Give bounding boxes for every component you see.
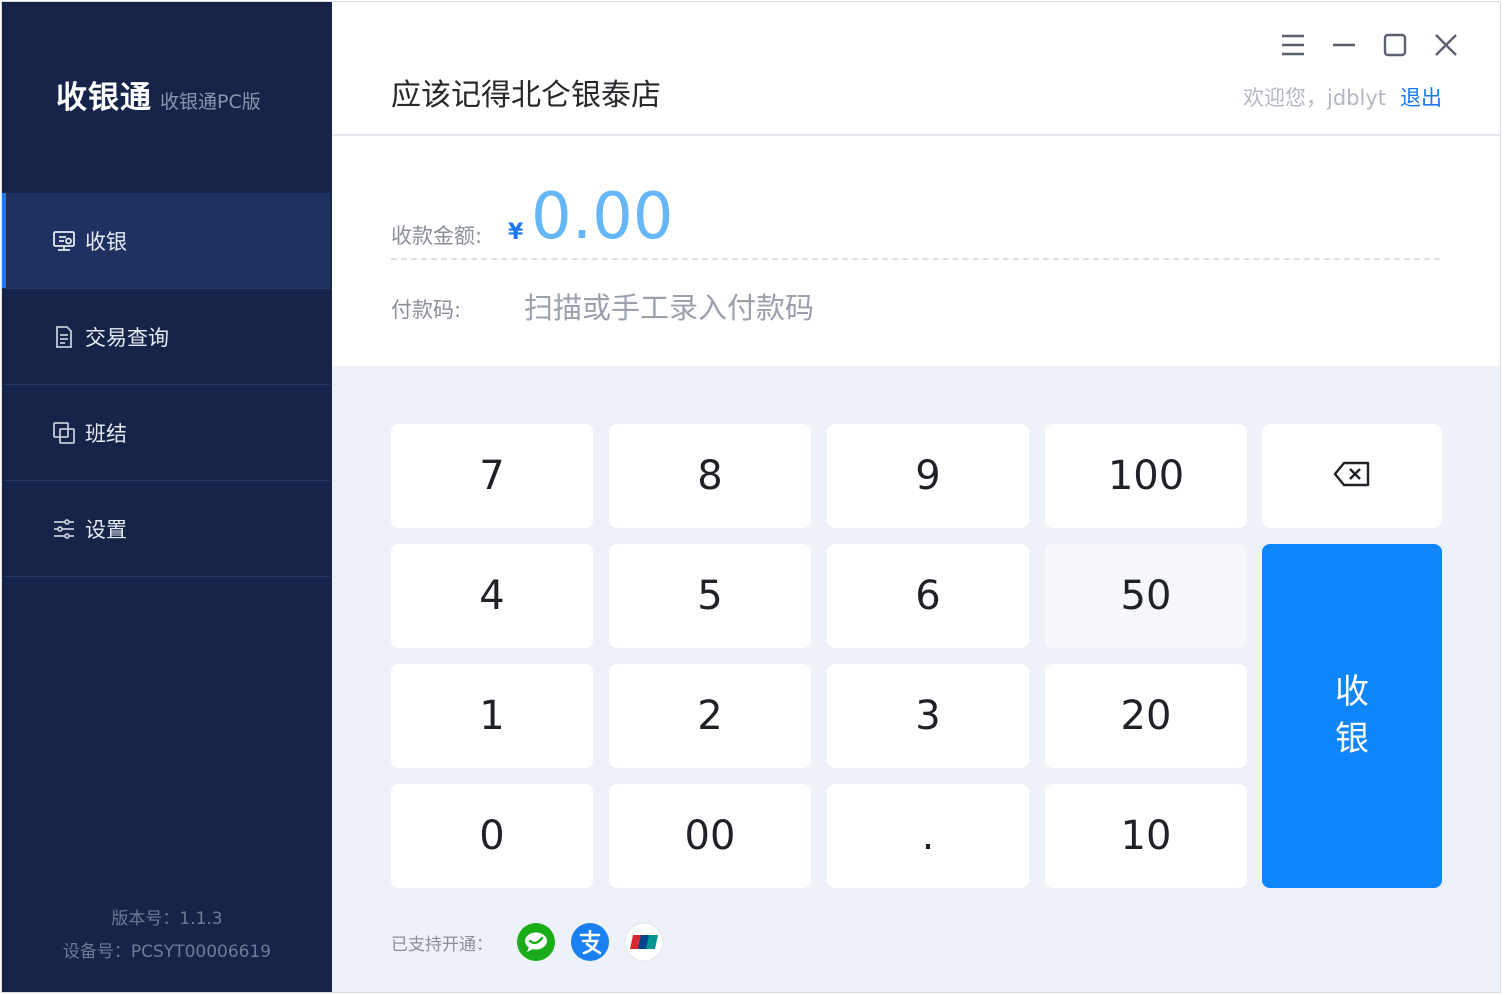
welcome-text: 欢迎您，jdblyt 退出: [1243, 82, 1442, 112]
brand-logo: 收银通 收银通PC版: [56, 72, 261, 116]
sidebar-item-label: 收银: [85, 229, 127, 254]
welcome-user: 欢迎您，jdblyt: [1243, 86, 1386, 110]
key-4[interactable]: 4: [391, 544, 593, 648]
brand-subtitle: 收银通PC版: [160, 91, 261, 113]
close-icon[interactable]: [1431, 30, 1461, 60]
wechat-pay-icon: [516, 922, 556, 962]
sidebar-item-label: 设置: [85, 517, 127, 542]
page-title: 应该记得北仑银泰店: [391, 78, 661, 113]
header: 应该记得北仑银泰店 欢迎您，jdblyt 退出: [332, 2, 1500, 136]
supported-payments: 已支持开通：: [391, 922, 678, 962]
sidebar: 收银通 收银通PC版 收银 交易查询 班结 设置 版本号：1.1.3 设备号：P…: [2, 2, 332, 992]
checkout-button[interactable]: 收 银: [1262, 544, 1442, 888]
sidebar-item-settings[interactable]: 设置: [2, 481, 330, 577]
sidebar-item-transactions[interactable]: 交易查询: [2, 289, 330, 385]
sidebar-item-cashier[interactable]: 收银: [2, 193, 330, 289]
key-9[interactable]: 9: [827, 424, 1029, 528]
key-0[interactable]: 0: [391, 784, 593, 888]
cashier-icon: [52, 229, 76, 253]
amount-label: 收款金额:: [391, 224, 483, 248]
key-6[interactable]: 6: [827, 544, 1029, 648]
key-1[interactable]: 1: [391, 664, 593, 768]
key-50[interactable]: 50: [1045, 544, 1247, 648]
backspace-button[interactable]: [1262, 424, 1442, 528]
payment-code-input[interactable]: [522, 282, 1226, 334]
key-100[interactable]: 100: [1045, 424, 1247, 528]
sliders-icon: [52, 517, 76, 541]
unionpay-icon: [624, 922, 664, 962]
backspace-icon: [1332, 453, 1372, 499]
amount-row: 收款金额: ¥ 0.00: [391, 176, 1440, 260]
version-number: 版本号：1.1.3: [111, 909, 223, 929]
main-area: 应该记得北仑银泰店 欢迎您，jdblyt 退出 收款金额: ¥ 0.00 付款码…: [332, 2, 1500, 992]
key-3[interactable]: 3: [827, 664, 1029, 768]
brand-name: 收银通: [56, 80, 152, 116]
currency-symbol: ¥: [508, 220, 524, 245]
shift-icon: [52, 421, 76, 445]
device-number: 设备号：PCSYT00006619: [62, 942, 272, 962]
checkout-label-2: 银: [1335, 719, 1369, 759]
menu-icon[interactable]: [1278, 30, 1308, 60]
app-window: 收银通 收银通PC版 收银 交易查询 班结 设置 版本号：1.1.3 设备号：P…: [1, 1, 1501, 993]
key-00[interactable]: 00: [609, 784, 811, 888]
maximize-icon[interactable]: [1380, 30, 1410, 60]
amount-value: 0.00: [531, 180, 674, 254]
key-10[interactable]: 10: [1045, 784, 1247, 888]
key-dot[interactable]: .: [827, 784, 1029, 888]
document-icon: [52, 325, 76, 349]
minimize-icon[interactable]: [1329, 30, 1359, 60]
sidebar-item-label: 班结: [85, 421, 127, 446]
payment-code-label: 付款码:: [391, 298, 462, 322]
sidebar-item-label: 交易查询: [85, 325, 169, 350]
sidebar-item-shift[interactable]: 班结: [2, 385, 330, 481]
alipay-icon: [570, 922, 610, 962]
checkout-label-1: 收: [1335, 672, 1369, 712]
logout-link[interactable]: 退出: [1400, 86, 1442, 110]
key-2[interactable]: 2: [609, 664, 811, 768]
key-5[interactable]: 5: [609, 544, 811, 648]
key-7[interactable]: 7: [391, 424, 593, 528]
sidebar-nav: 收银 交易查询 班结 设置: [2, 193, 330, 577]
key-20[interactable]: 20: [1045, 664, 1247, 768]
supported-label: 已支持开通：: [391, 934, 493, 955]
key-8[interactable]: 8: [609, 424, 811, 528]
payment-panel: 收款金额: ¥ 0.00 付款码:: [332, 136, 1500, 366]
